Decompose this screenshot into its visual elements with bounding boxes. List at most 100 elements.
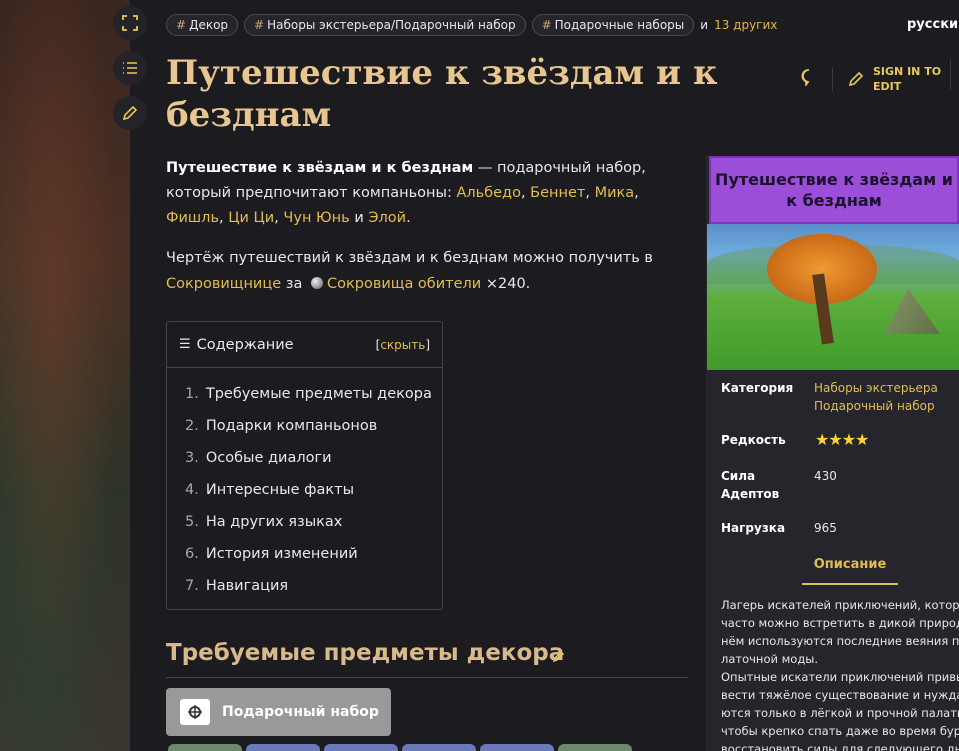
pencil-icon [122,105,138,121]
section-heading: Требуемые предметы декора [166,640,565,666]
decor-card[interactable] [246,744,320,751]
table-of-contents: ☰ Содержание [скрыть] 1. Требуемые предме… [166,321,443,610]
realm-currency-icon [310,277,323,289]
toc-item[interactable]: 5. На других языках [185,506,442,538]
gift-icon [180,699,210,725]
tab-description[interactable]: Описание [802,557,898,585]
toc-item-number: 4. [185,482,199,498]
para-text: Чертёж путешествий к звёздам и к безднам… [166,250,653,266]
rarity-label: Редкость [721,433,786,447]
section-divider [166,677,688,678]
decor-card[interactable] [168,744,242,751]
adeptal-label: Адептов [721,487,780,501]
category-tag[interactable]: # Декор [166,14,239,36]
intro-and: и [354,210,364,226]
description-line: чтобы крепко спать даже во время бури и [721,724,959,738]
edit-section-icon[interactable] [552,649,566,663]
list-icon [123,62,137,74]
page-actions: SIGN IN TO EDIT [800,64,941,94]
companion-link[interactable]: Элой [368,210,406,226]
gift-set-button[interactable]: Подарочный набор [166,688,391,736]
toc-item-label: История изменений [205,546,358,562]
intro-end: . [406,210,411,226]
sign-in-to-edit-button[interactable]: SIGN IN TO EDIT [847,64,941,94]
toc-list: 1. Требуемые предметы декора 2. Подарки ко… [167,368,442,602]
toc-item[interactable]: 4. Интересные факты [185,474,442,506]
tag-label: Подарочные наборы [554,18,685,32]
companion-link[interactable]: Ци Ци [228,210,274,226]
decor-card[interactable] [402,744,476,751]
category-link[interactable]: Наборы экстерьера [814,379,954,397]
infobox-image[interactable] [707,224,959,370]
gift-set-label: Подарочный набор [222,704,379,720]
tags-and-text: и [700,18,709,32]
toc-item-number: 3. [185,450,199,466]
decor-card[interactable] [558,744,632,751]
category-tags: # Декор # Наборы экстерьера/Подарочный наб… [166,14,777,36]
toc-item[interactable]: 7. Навигация [185,570,442,602]
toc-toggle-button[interactable] [113,51,147,85]
description-line: часто можно встретить в дикой природе. В [721,616,959,630]
description-line: нём используются последние веяния па- [721,634,959,648]
description-line: вести тяжёлое существование и нужда- [721,688,959,702]
adeptal-value: 430 [814,469,837,483]
realm-currency-link[interactable]: Сокровища обители [327,276,481,292]
divider [832,67,833,91]
rarity-stars: ★★★★ [815,430,869,449]
description-line: ются только в лёгкой и прочной палатке, [721,706,959,720]
companion-link[interactable]: Чун Юнь [283,210,349,226]
page-title: Путешествие к звёздам и к безднам [166,53,718,135]
toc-header: ☰ Содержание [скрыть] [167,322,442,368]
tag-label: Наборы экстерьера/Подарочный набор [267,18,516,32]
toc-item[interactable]: 1. Требуемые предметы декора [185,378,442,410]
toc-title: Содержание [196,336,294,353]
toc-item[interactable]: 3. Особые диалоги [185,442,442,474]
fullscreen-button[interactable] [113,6,147,40]
background-art [0,0,130,751]
toc-item[interactable]: 2. Подарки компаньонов [185,410,442,442]
blueprint-paragraph: Чертёж путешествий к звёздам и к безднам… [166,245,686,297]
category-link[interactable]: Подарочный набор [814,397,954,415]
treasury-link[interactable]: Сокровищнице [166,276,281,292]
divider [950,60,951,90]
toc-item-number: 2. [185,418,199,434]
intro-paragraph: Путешествие к звёздам и к безднам — пода… [166,160,646,226]
toc-item-label: Особые диалоги [205,450,332,466]
description-line: латочной моды. [721,652,819,666]
toc-item-number: 6. [185,546,199,562]
toc-item-label: Интересные факты [205,482,355,498]
toc-item-label: Навигация [205,578,289,594]
sign-in-label: EDIT [873,80,902,93]
side-rail [113,0,147,160]
description-line: Лагерь искателей приключений, который [721,598,959,612]
para-text: ×240. [481,276,531,292]
edit-rail-button[interactable] [113,96,147,130]
category-tag[interactable]: # Наборы экстерьера/Подарочный набор [244,14,526,36]
pencil-icon [848,71,864,87]
description-line: Опытные искатели приключений привык- [721,670,959,684]
companion-link[interactable]: Фишль [166,210,219,226]
load-value: 965 [814,521,837,535]
infobox-title: Путешествие к звёздам и к безднам [709,156,959,224]
comment-icon [801,69,810,88]
category-tag[interactable]: # Подарочные наборы [531,14,695,36]
language-selector[interactable]: русский [907,17,959,32]
intro-bold: Путешествие к звёздам и к безднам [166,160,474,176]
sign-in-label: SIGN IN TO [873,65,942,78]
toc-item-number: 1. [185,386,199,402]
tag-label: Декор [189,18,229,32]
decor-card[interactable] [324,744,398,751]
more-tags-link[interactable]: 13 других [714,18,777,32]
companion-link[interactable]: Беннет [530,185,585,201]
infobox-description: Лагерь искателей приключений, который ча… [721,596,959,751]
comment-button[interactable] [800,68,818,90]
category-label: Категория [721,381,794,395]
decor-card[interactable] [480,744,554,751]
companion-link[interactable]: Альбедо [456,185,521,201]
toc-hide-label: скрыть [380,337,426,352]
toc-item[interactable]: 6. История изменений [185,538,442,570]
toc-hide-toggle[interactable]: [скрыть] [376,338,430,352]
adeptal-label: Сила [721,469,756,483]
toc-item-label: Подарки компаньонов [205,418,378,434]
companion-link[interactable]: Мика [595,185,635,201]
